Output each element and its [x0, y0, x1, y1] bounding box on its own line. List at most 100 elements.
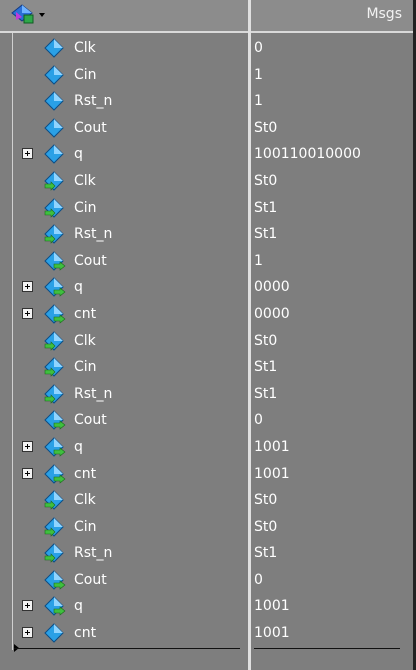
signal-value[interactable]: St0: [254, 168, 277, 195]
signal-label: cnt: [74, 625, 97, 642]
signal-value[interactable]: St1: [254, 221, 277, 248]
signal-name-cell[interactable]: Cout: [0, 115, 248, 142]
signal-name-cell[interactable]: Clk: [0, 35, 248, 62]
signal-label: Cin: [74, 359, 97, 376]
signal-row[interactable]: Clk St0: [0, 328, 413, 355]
signal-value[interactable]: St1: [254, 354, 277, 381]
signal-row[interactable]: Clk St0: [0, 487, 413, 514]
signal-value[interactable]: 0: [254, 407, 263, 434]
signal-name-cell[interactable]: Cin: [0, 514, 248, 541]
out-port-diamond-icon: [44, 410, 66, 431]
signal-label: Cin: [74, 199, 97, 216]
signal-row[interactable]: q 0000: [0, 274, 413, 301]
out-port-diamond-icon: [44, 304, 66, 324]
signal-name-cell[interactable]: cnt: [0, 620, 248, 647]
out-port-diamond-icon: [44, 437, 66, 457]
signal-row[interactable]: Cin 1: [0, 62, 413, 89]
input-diamond-icon: [44, 64, 66, 85]
signal-label: cnt: [74, 465, 97, 482]
signal-value[interactable]: St1: [254, 540, 277, 567]
signal-value[interactable]: St0: [254, 487, 277, 514]
wave-header: Msgs: [0, 0, 416, 31]
signal-value[interactable]: 1001: [254, 434, 290, 461]
in-port-diamond-icon: [44, 384, 66, 404]
signal-row[interactable]: q 100110010000: [0, 141, 413, 168]
expand-plus-icon[interactable]: [22, 281, 33, 293]
signal-row[interactable]: Rst_n St1: [0, 381, 413, 408]
signal-name-cell[interactable]: Clk: [0, 328, 248, 355]
signal-value[interactable]: St1: [254, 381, 277, 408]
signal-name-cell[interactable]: q: [0, 141, 248, 168]
signal-name-cell[interactable]: Rst_n: [0, 540, 248, 567]
signal-name-cell[interactable]: Rst_n: [0, 381, 248, 408]
signal-name-cell[interactable]: Cout: [0, 407, 248, 434]
signal-value[interactable]: St0: [254, 115, 277, 142]
signal-value[interactable]: St1: [254, 195, 277, 222]
signal-row[interactable]: Cout St0: [0, 115, 413, 142]
signal-name-cell[interactable]: Clk: [0, 168, 248, 195]
signal-name-cell[interactable]: Cout: [0, 567, 248, 594]
signal-name-cell[interactable]: q: [0, 593, 248, 620]
signal-row[interactable]: Cin St1: [0, 195, 413, 222]
signal-row[interactable]: Rst_n St1: [0, 540, 413, 567]
expand-plus-icon[interactable]: [22, 467, 33, 479]
signal-name-cell[interactable]: Cin: [0, 62, 248, 89]
signal-row[interactable]: cnt 1001: [0, 461, 413, 488]
signal-label: cnt: [74, 305, 97, 322]
signal-value[interactable]: 0000: [254, 301, 290, 328]
in-port-diamond-icon: [44, 224, 66, 244]
signal-value[interactable]: 1001: [254, 620, 290, 647]
signal-name-cell[interactable]: Cin: [0, 195, 248, 222]
signal-label: q: [74, 598, 83, 615]
signal-value[interactable]: 100110010000: [254, 141, 361, 168]
msgs-title: Msgs: [366, 6, 402, 22]
signal-value[interactable]: 1: [254, 248, 263, 275]
in-port-diamond-icon: [44, 490, 66, 510]
signal-value[interactable]: 1: [254, 62, 263, 89]
signal-name-cell[interactable]: Cin: [0, 354, 248, 381]
signal-label: q: [74, 279, 83, 296]
signal-row[interactable]: Cout 1: [0, 248, 413, 275]
signal-row[interactable]: Clk 0: [0, 35, 413, 62]
signal-row[interactable]: cnt 1001: [0, 620, 413, 647]
signal-value[interactable]: St0: [254, 328, 277, 355]
msgs-column-header[interactable]: Msgs: [251, 0, 416, 31]
expand-plus-icon[interactable]: [22, 148, 33, 160]
signal-name-cell[interactable]: cnt: [0, 461, 248, 488]
signal-row[interactable]: cnt 0000: [0, 301, 413, 328]
signal-value[interactable]: 1001: [254, 461, 290, 488]
signal-row[interactable]: Clk St0: [0, 168, 413, 195]
signal-row[interactable]: q 1001: [0, 593, 413, 620]
signal-row[interactable]: Cout 0: [0, 407, 413, 434]
signal-name-cell[interactable]: Rst_n: [0, 88, 248, 115]
in-port-diamond-icon: [44, 543, 66, 564]
signal-name-cell[interactable]: cnt: [0, 301, 248, 328]
expand-plus-icon[interactable]: [22, 307, 33, 319]
wave-format-dropdown-icon[interactable]: [10, 3, 46, 27]
signal-label: Rst_n: [74, 545, 113, 562]
signal-label: Rst_n: [74, 226, 113, 243]
signal-name-cell[interactable]: q: [0, 274, 248, 301]
signal-row[interactable]: Cin St1: [0, 354, 413, 381]
signal-row[interactable]: Cout 0: [0, 567, 413, 594]
signal-value[interactable]: 0: [254, 567, 263, 594]
signal-value[interactable]: 1001: [254, 593, 290, 620]
signal-name-cell[interactable]: Cout: [0, 248, 248, 275]
expand-plus-icon[interactable]: [22, 600, 33, 612]
expand-plus-icon[interactable]: [22, 440, 33, 452]
signal-value[interactable]: St0: [254, 514, 277, 541]
signal-value[interactable]: 0000: [254, 274, 290, 301]
signal-name-cell[interactable]: Rst_n: [0, 221, 248, 248]
signal-row[interactable]: q 1001: [0, 434, 413, 461]
signal-row[interactable]: Rst_n St1: [0, 221, 413, 248]
signal-value[interactable]: 1: [254, 88, 263, 115]
out-port-diamond-icon: [44, 251, 66, 271]
signal-name-cell[interactable]: q: [0, 434, 248, 461]
signal-row[interactable]: Rst_n 1: [0, 88, 413, 115]
signal-row[interactable]: Cin St0: [0, 514, 413, 541]
signal-name-cell[interactable]: Clk: [0, 487, 248, 514]
signal-value[interactable]: 0: [254, 35, 263, 62]
in-port-diamond-icon: [44, 357, 66, 377]
expand-plus-icon[interactable]: [22, 627, 33, 639]
input-diamond-icon: [44, 118, 66, 138]
